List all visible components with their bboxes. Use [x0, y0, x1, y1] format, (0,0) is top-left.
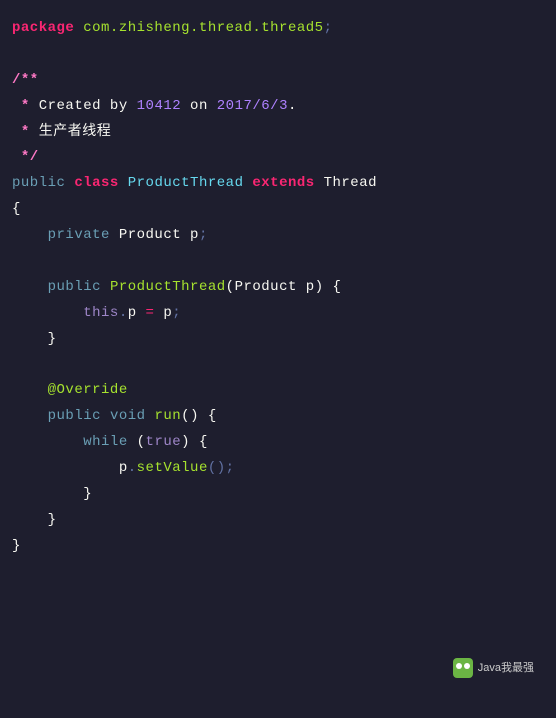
javadoc-line: * 生产者线程 — [12, 120, 544, 146]
code-block: package com.zhisheng.thread.thread5; /**… — [12, 16, 544, 560]
brace-close: } — [12, 327, 544, 353]
method-call: p.setValue(); — [12, 456, 544, 482]
method-decl: public void run() { — [12, 404, 544, 430]
blank-line — [12, 42, 544, 68]
constructor-decl: public ProductThread(Product p) { — [12, 275, 544, 301]
blank-line — [12, 353, 544, 379]
wechat-icon — [453, 658, 473, 678]
javadoc-open: /** — [12, 68, 544, 94]
javadoc-line: * Created by 10412 on 2017/6/3. — [12, 94, 544, 120]
field-decl: private Product p; — [12, 223, 544, 249]
brace-close: } — [12, 508, 544, 534]
javadoc-close: */ — [12, 145, 544, 171]
watermark-text: Java我最强 — [478, 658, 534, 678]
brace-close: } — [12, 534, 544, 560]
blank-line — [12, 249, 544, 275]
keyword-package: package — [12, 20, 74, 36]
code-line: package com.zhisheng.thread.thread5; — [12, 16, 544, 42]
annotation-line: @Override — [12, 378, 544, 404]
watermark: Java我最强 — [453, 658, 534, 678]
class-decl: public class ProductThread extends Threa… — [12, 171, 544, 197]
while-stmt: while (true) { — [12, 430, 544, 456]
brace-open: { — [12, 197, 544, 223]
brace-close: } — [12, 482, 544, 508]
assign-stmt: this.p = p; — [12, 301, 544, 327]
package-name: com.zhisheng.thread.thread5 — [83, 20, 323, 36]
